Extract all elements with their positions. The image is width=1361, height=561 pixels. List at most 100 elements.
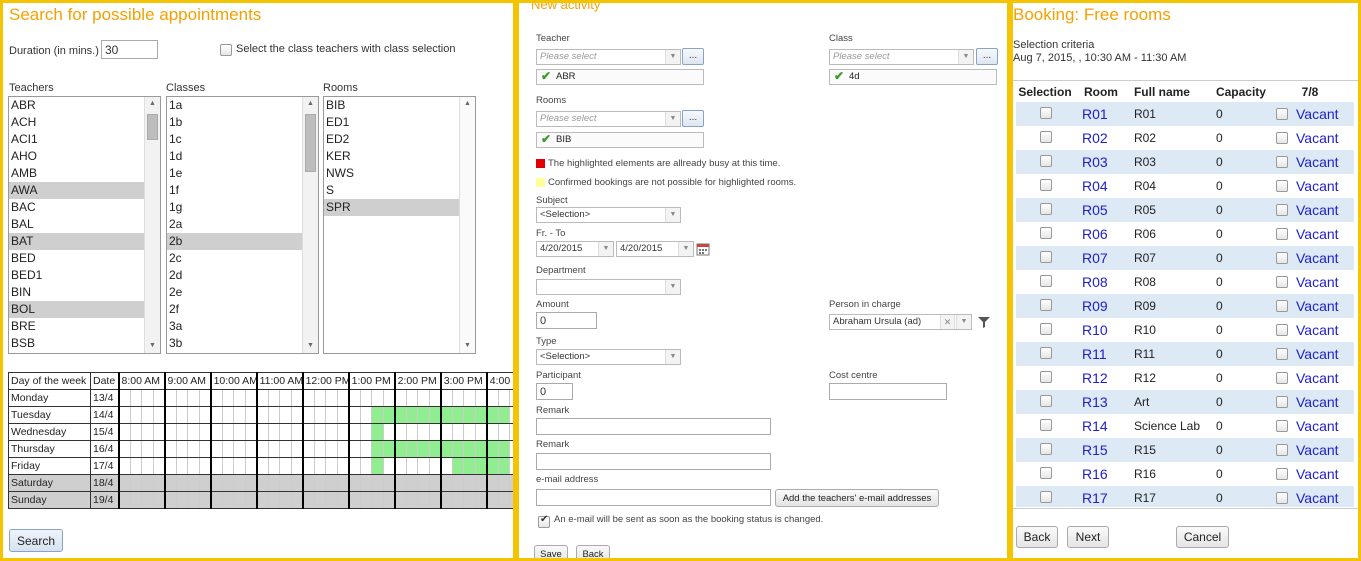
time-slot[interactable] (290, 491, 304, 509)
time-slot[interactable] (439, 440, 453, 458)
class-list-item[interactable]: 1c (167, 131, 302, 148)
class-list-item[interactable]: 1e (167, 165, 302, 182)
time-slot[interactable] (485, 440, 499, 458)
time-slot[interactable] (152, 440, 166, 458)
time-slot[interactable] (290, 406, 304, 424)
capacity-column-header[interactable]: Capacity (1206, 82, 1266, 102)
time-slot[interactable] (347, 423, 361, 441)
time-slot[interactable] (198, 389, 212, 407)
time-slot[interactable] (382, 474, 396, 492)
time-slot[interactable] (474, 440, 488, 458)
time-slot[interactable] (428, 491, 442, 509)
vacant-link[interactable]: Vacant (1296, 490, 1339, 506)
time-slot[interactable] (463, 406, 476, 424)
time-slot[interactable] (187, 389, 200, 407)
class-list-item[interactable]: 1a (167, 97, 302, 114)
time-slot[interactable] (474, 406, 488, 424)
time-slot[interactable] (393, 406, 407, 424)
time-slot[interactable] (198, 440, 212, 458)
time-slot[interactable] (417, 474, 430, 492)
scroll-up-icon[interactable]: ▲ (303, 97, 318, 111)
time-slot[interactable] (141, 440, 154, 458)
time-slot[interactable] (221, 440, 235, 458)
time-slot[interactable] (117, 389, 131, 407)
vacant-link[interactable]: Vacant (1296, 154, 1339, 170)
time-slot[interactable] (474, 474, 488, 492)
time-slot[interactable] (255, 457, 269, 475)
scroll-thumb[interactable] (147, 114, 158, 140)
time-slot[interactable] (428, 474, 442, 492)
time-slot[interactable] (163, 389, 177, 407)
time-slot[interactable] (221, 457, 235, 475)
time-slot[interactable] (129, 423, 142, 441)
time-slot[interactable] (336, 457, 350, 475)
time-slot[interactable] (141, 491, 154, 509)
room-select-checkbox[interactable] (1040, 299, 1052, 311)
time-slot[interactable] (463, 423, 476, 441)
time-slot[interactable] (279, 440, 292, 458)
teacher-list-item[interactable]: BIN (9, 284, 144, 301)
time-slot[interactable] (463, 440, 476, 458)
time-slot[interactable] (336, 389, 350, 407)
clear-icon[interactable]: ✕ (940, 315, 955, 329)
time-slot[interactable] (336, 406, 350, 424)
cost-centre-input[interactable] (829, 383, 947, 400)
room-select-checkbox[interactable] (1040, 275, 1052, 287)
teacher-list-item[interactable]: BSB (9, 335, 144, 352)
class-select[interactable]: Please select ▼ (829, 49, 974, 65)
time-slot[interactable] (451, 406, 465, 424)
time-slot[interactable] (290, 389, 304, 407)
time-slot[interactable] (451, 474, 465, 492)
class-list-item[interactable]: 3a (167, 318, 302, 335)
time-slot[interactable] (497, 389, 511, 407)
teacher-list-item[interactable]: BED1 (9, 267, 144, 284)
time-slot[interactable] (279, 474, 292, 492)
chevron-down-icon[interactable]: ▼ (665, 112, 680, 126)
book-slot-checkbox[interactable] (1275, 492, 1288, 504)
time-slot[interactable] (187, 474, 200, 492)
teacher-list-item[interactable]: BAL (9, 216, 144, 233)
time-slot[interactable] (221, 474, 235, 492)
time-slot[interactable] (117, 457, 131, 475)
time-slot[interactable] (313, 423, 327, 441)
vacant-link[interactable]: Vacant (1296, 394, 1339, 410)
book-slot-checkbox[interactable] (1275, 348, 1288, 360)
time-slot[interactable] (233, 406, 246, 424)
rooms-scrollbar[interactable]: ▲ ▼ (459, 97, 475, 353)
time-slot[interactable] (301, 440, 315, 458)
chevron-down-icon[interactable]: ▼ (665, 50, 680, 64)
remark-input-2[interactable] (536, 453, 771, 470)
room-select-checkbox[interactable] (1040, 131, 1052, 143)
time-slot[interactable] (267, 423, 281, 441)
scroll-down-icon[interactable]: ▼ (303, 339, 318, 353)
time-slot[interactable] (129, 440, 142, 458)
room-list-item[interactable]: ED1 (324, 114, 459, 131)
time-slot[interactable] (451, 440, 465, 458)
teacher-list-item[interactable]: ACI1 (9, 131, 144, 148)
time-slot[interactable] (313, 440, 327, 458)
book-slot-checkbox[interactable] (1275, 468, 1288, 480)
time-slot[interactable] (393, 389, 407, 407)
book-slot-checkbox[interactable] (1275, 180, 1288, 192)
time-slot[interactable] (267, 440, 281, 458)
time-slot[interactable] (209, 474, 223, 492)
vacant-link[interactable]: Vacant (1296, 130, 1339, 146)
type-select[interactable]: <Selection> ▼ (536, 349, 681, 365)
time-slot[interactable] (290, 457, 304, 475)
rooms-browse-button[interactable]: ... (682, 110, 704, 127)
time-slot[interactable] (474, 457, 488, 475)
room-link[interactable]: R06 (1082, 226, 1108, 242)
time-slot[interactable] (175, 423, 189, 441)
chevron-down-icon[interactable]: ▼ (956, 315, 971, 329)
time-slot[interactable] (198, 474, 212, 492)
time-slot[interactable] (301, 389, 315, 407)
time-slot[interactable] (117, 406, 131, 424)
room-select-checkbox[interactable] (1040, 227, 1052, 239)
class-list-item[interactable]: 1b (167, 114, 302, 131)
time-slot[interactable] (313, 389, 327, 407)
book-slot-checkbox[interactable] (1275, 252, 1288, 264)
teacher-list-item[interactable]: BRE (9, 318, 144, 335)
time-slot[interactable] (163, 457, 177, 475)
time-slot[interactable] (382, 389, 396, 407)
time-slot[interactable] (129, 457, 142, 475)
